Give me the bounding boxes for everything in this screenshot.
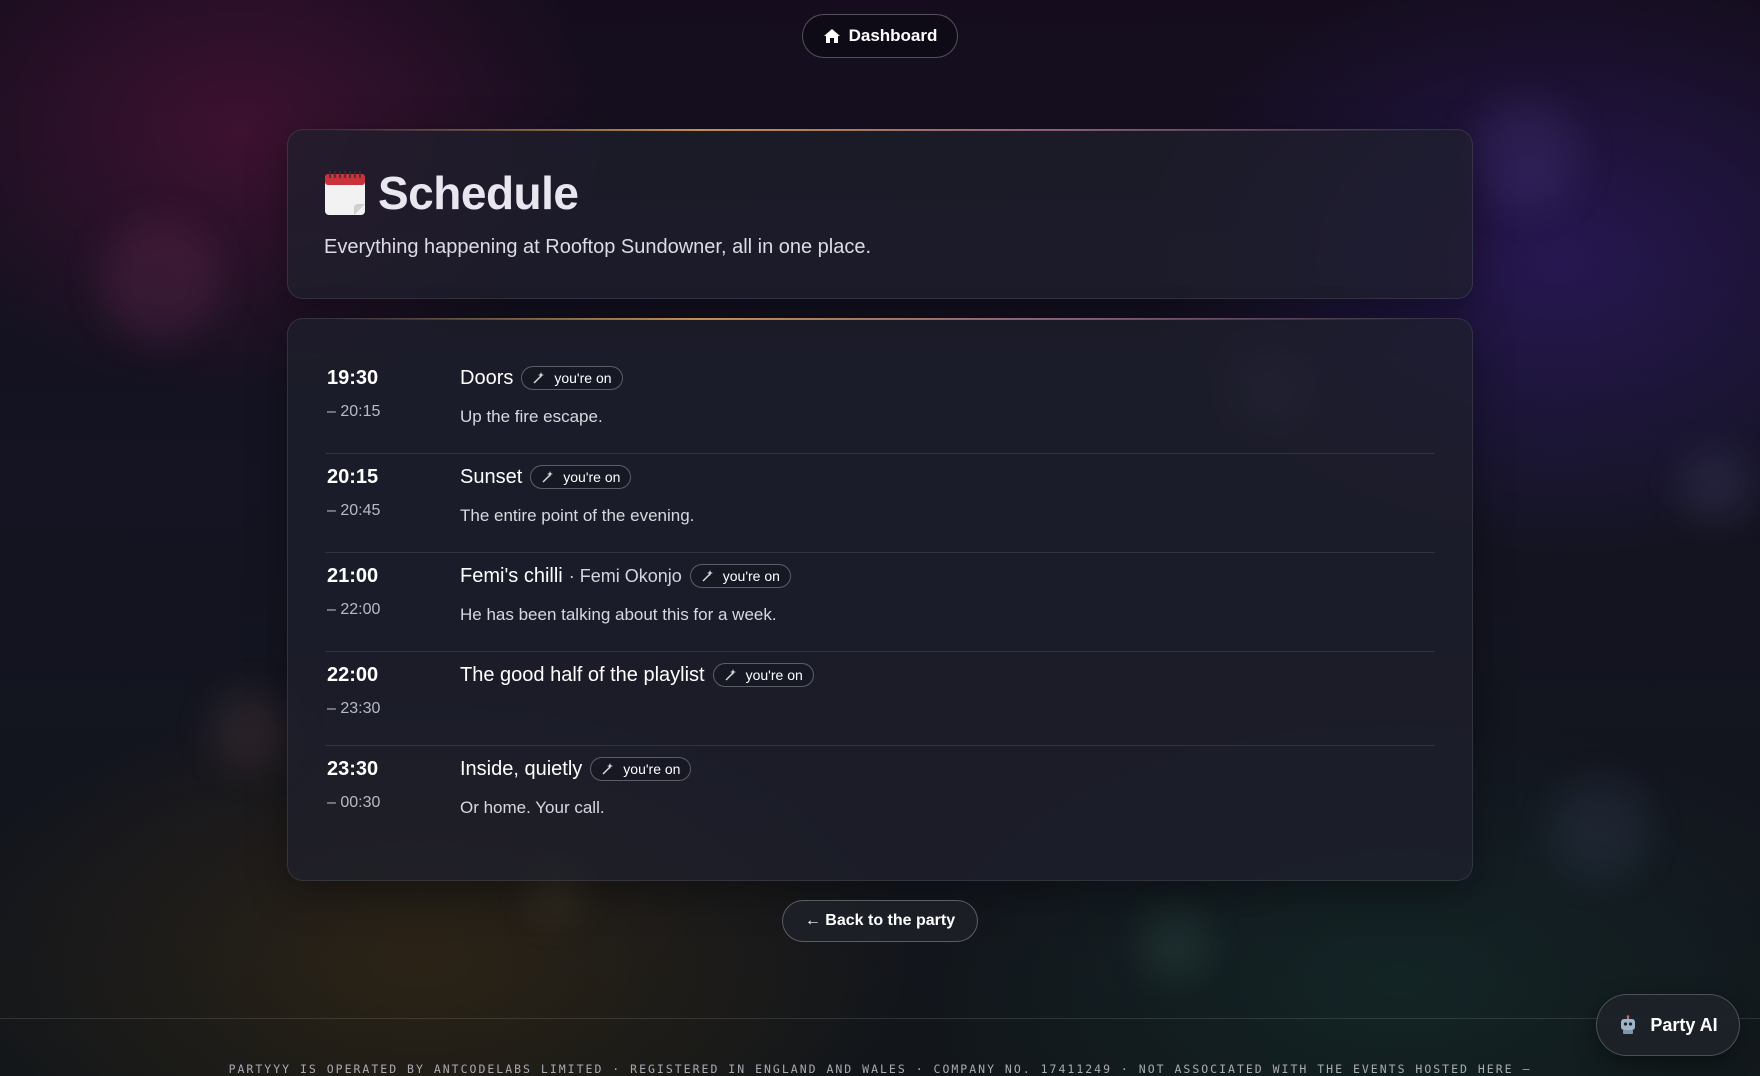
- item-title: Inside, quietly: [460, 757, 583, 780]
- start-time: 22:00: [327, 664, 379, 686]
- start-time: 19:30: [327, 367, 379, 389]
- item-description: The entire point of the evening.: [460, 506, 695, 525]
- end-time: – 00:30: [327, 794, 381, 811]
- dashboard-button[interactable]: Dashboard: [802, 14, 958, 58]
- wand-icon: [533, 372, 545, 384]
- youre-on-badge: you're on: [521, 366, 623, 390]
- wand-icon: [602, 763, 614, 775]
- start-time: 20:15: [327, 466, 379, 488]
- party-ai-button[interactable]: Party AI: [1596, 994, 1740, 1056]
- end-time: – 20:15: [327, 403, 381, 420]
- robot-icon: [1621, 1015, 1636, 1034]
- item-description: Up the fire escape.: [460, 407, 603, 426]
- footer-legal-text: PARTYYY IS OPERATED BY ANTCODELABS LIMIT…: [228, 1062, 1532, 1076]
- schedule-item: 22:00 – 23:30 The good half of the playl…: [325, 652, 1435, 746]
- item-description: Or home. Your call.: [460, 798, 605, 817]
- badge-label: you're on: [563, 469, 621, 485]
- footer-divider: [0, 1018, 1760, 1019]
- wand-icon: [702, 570, 713, 582]
- schedule-item: 23:30 – 00:30 Inside, quietly you're on …: [325, 746, 1435, 845]
- wand-icon: [725, 669, 736, 681]
- youre-on-badge: you're on: [712, 663, 814, 687]
- schedule-item: 21:00 – 22:00 Femi's chilli · Femi Okonj…: [325, 553, 1435, 652]
- party-ai-label: Party AI: [1650, 1014, 1718, 1035]
- badge-label: you're on: [722, 568, 780, 584]
- dashboard-label: Dashboard: [848, 26, 938, 45]
- page-title: Schedule: [378, 167, 579, 219]
- end-time: – 22:00: [327, 601, 381, 618]
- item-host: · Femi Okonjo: [568, 565, 682, 586]
- end-time: – 20:45: [327, 502, 381, 519]
- home-icon: [823, 29, 840, 43]
- youre-on-badge: you're on: [530, 465, 632, 489]
- item-description: He has been talking about this for a wee…: [460, 605, 777, 624]
- start-time: 23:30: [327, 758, 379, 780]
- item-title: Sunset: [460, 465, 523, 488]
- item-title: Femi's chilli: [460, 564, 563, 587]
- youre-on-badge: you're on: [689, 564, 791, 588]
- item-title: The good half of the playlist: [460, 663, 705, 686]
- wand-icon: [542, 471, 554, 483]
- youre-on-badge: you're on: [590, 757, 692, 781]
- page-subtitle: Everything happening at Rooftop Sundowne…: [324, 236, 872, 258]
- schedule-list: 19:30 – 20:15 Doors you're on Up the fir…: [287, 318, 1473, 881]
- start-time: 21:00: [327, 565, 379, 587]
- end-time: – 23:30: [327, 700, 381, 717]
- back-to-party-button[interactable]: ← Back to the party: [782, 900, 978, 942]
- item-title: Doors: [460, 366, 514, 389]
- badge-label: you're on: [554, 370, 612, 386]
- badge-label: you're on: [745, 667, 803, 683]
- schedule-item: 20:15 – 20:45 Sunset you're on The entir…: [325, 454, 1435, 553]
- schedule-item: 19:30 – 20:15 Doors you're on Up the fir…: [325, 355, 1435, 454]
- badge-label: you're on: [623, 761, 681, 777]
- calendar-icon: [325, 171, 365, 215]
- schedule-header-card: Schedule Everything happening at Rooftop…: [287, 129, 1473, 299]
